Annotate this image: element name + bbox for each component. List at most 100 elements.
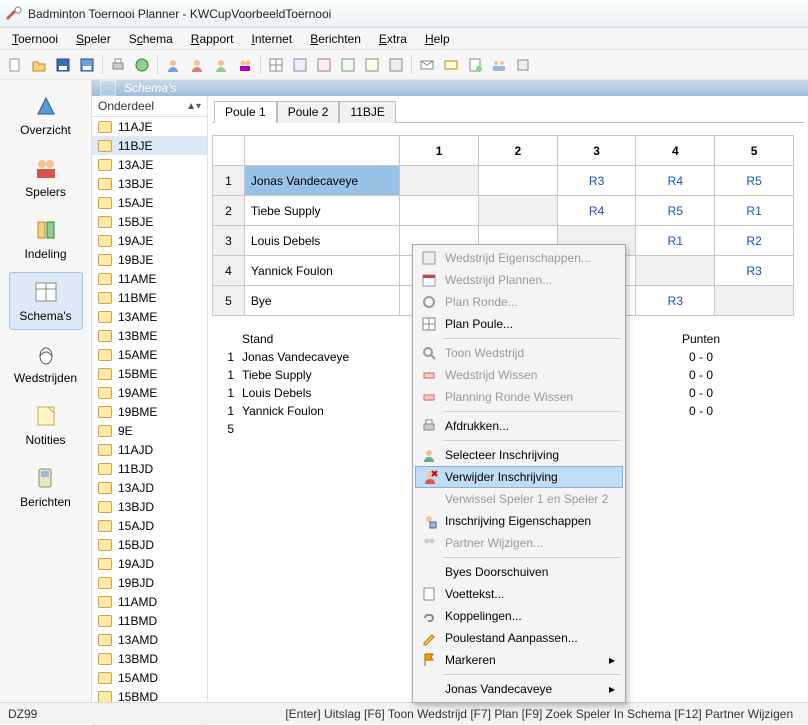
onderdeel-item[interactable]: 19AJD — [92, 554, 207, 573]
context-menu-item[interactable]: Afdrukken... — [415, 415, 623, 437]
onderdeel-item[interactable]: 11AJE — [92, 117, 207, 136]
tb-globe-icon[interactable] — [131, 54, 153, 76]
poule-cell[interactable]: R5 — [715, 166, 794, 196]
context-menu-item[interactable]: Selecteer Inschrijving — [415, 444, 623, 466]
onderdeel-item[interactable]: 13BJE — [92, 174, 207, 193]
poule-cell-empty[interactable] — [479, 196, 558, 226]
onderdeel-item[interactable]: 11BME — [92, 288, 207, 307]
tb-new-icon[interactable] — [4, 54, 26, 76]
tb-grid2-icon[interactable] — [289, 54, 311, 76]
tab-11bje[interactable]: 11BJE — [339, 101, 395, 123]
onderdeel-item[interactable]: 15BME — [92, 364, 207, 383]
poule-player-name[interactable]: Louis Debels — [244, 226, 399, 256]
onderdeel-item[interactable]: 9E — [92, 421, 207, 440]
context-menu-item[interactable]: Inschrijving Eigenschappen — [415, 510, 623, 532]
tb-user3-icon[interactable] — [210, 54, 232, 76]
poule-cell-empty[interactable] — [715, 286, 794, 316]
menu-help[interactable]: Help — [417, 30, 458, 48]
context-menu-item[interactable]: Plan Poule... — [415, 313, 623, 335]
menu-rapport[interactable]: Rapport — [183, 30, 242, 48]
onderdeel-item[interactable]: 19AJE — [92, 231, 207, 250]
tab-poule-1[interactable]: Poule 1 — [214, 101, 277, 123]
tb-grid6-icon[interactable] — [385, 54, 407, 76]
sidebar-overzicht[interactable]: Overzicht — [9, 86, 83, 144]
tb-grid5-icon[interactable] — [361, 54, 383, 76]
poule-cell-empty[interactable] — [400, 196, 479, 226]
tb-user2-icon[interactable] — [186, 54, 208, 76]
tb-grid4-icon[interactable] — [337, 54, 359, 76]
poule-player-name[interactable]: Jonas Vandecaveye — [244, 166, 399, 196]
sidebar-berichten[interactable]: Berichten — [9, 458, 83, 516]
menu-speler[interactable]: Speler — [68, 30, 119, 48]
tb-print-icon[interactable] — [107, 54, 129, 76]
onderdeel-item[interactable]: 15BJE — [92, 212, 207, 231]
sidebar-notities[interactable]: Notities — [9, 396, 83, 454]
onderdeel-item[interactable]: 15AME — [92, 345, 207, 364]
onderdeel-item[interactable]: 19BJD — [92, 573, 207, 592]
poule-cell[interactable]: R5 — [636, 196, 715, 226]
poule-cell[interactable]: R1 — [715, 196, 794, 226]
onderdeel-item[interactable]: 19BJE — [92, 250, 207, 269]
tb-sheet-icon[interactable] — [464, 54, 486, 76]
context-menu-item[interactable]: Poulestand Aanpassen... — [415, 627, 623, 649]
context-menu-item[interactable]: Byes Doorschuiven — [415, 561, 623, 583]
context-menu-item[interactable]: Voettekst... — [415, 583, 623, 605]
onderdeel-item[interactable]: 13AJD — [92, 478, 207, 497]
onderdeel-item[interactable]: 13BME — [92, 326, 207, 345]
poule-cell-empty[interactable] — [479, 166, 558, 196]
onderdeel-item[interactable]: 11BJD — [92, 459, 207, 478]
onderdeel-item[interactable]: 15BJD — [92, 535, 207, 554]
tb-mail-icon[interactable] — [416, 54, 438, 76]
onderdeel-item[interactable]: 11AMD — [92, 592, 207, 611]
tb-last-icon[interactable] — [512, 54, 534, 76]
onderdeel-item[interactable]: 15AJD — [92, 516, 207, 535]
onderdeel-item[interactable]: 13BJD — [92, 497, 207, 516]
menu-toernooi[interactable]: Toernooi — [4, 30, 66, 48]
poule-cell[interactable]: R3 — [557, 166, 636, 196]
context-menu-item[interactable]: Koppelingen... — [415, 605, 623, 627]
poule-cell[interactable]: R2 — [715, 226, 794, 256]
onderdeel-item[interactable]: 11AJD — [92, 440, 207, 459]
poule-cell[interactable]: R3 — [636, 286, 715, 316]
onderdeel-item[interactable]: 15AJE — [92, 193, 207, 212]
poule-cell[interactable]: R4 — [557, 196, 636, 226]
context-menu-item[interactable]: Verwijder Inschrijving — [415, 466, 623, 488]
onderdeel-item[interactable]: 11BMD — [92, 611, 207, 630]
menu-berichten[interactable]: Berichten — [302, 30, 369, 48]
menu-internet[interactable]: Internet — [243, 30, 300, 48]
poule-player-name[interactable]: Bye — [244, 286, 399, 316]
poule-player-name[interactable]: Yannick Foulon — [244, 256, 399, 286]
tb-save-icon[interactable] — [52, 54, 74, 76]
tb-grid1-icon[interactable] — [265, 54, 287, 76]
sidebar-indeling[interactable]: Indeling — [9, 210, 83, 268]
poule-cell[interactable]: R3 — [715, 256, 794, 286]
tb-user1-icon[interactable] — [162, 54, 184, 76]
context-menu-item[interactable]: Jonas Vandecaveye▸ — [415, 678, 623, 700]
poule-cell[interactable]: R4 — [636, 166, 715, 196]
tb-users-icon[interactable] — [234, 54, 256, 76]
onderdeel-item[interactable]: 11AME — [92, 269, 207, 288]
poule-cell-empty[interactable] — [636, 256, 715, 286]
sidebar-wedstrijden[interactable]: Wedstrijden — [9, 334, 83, 392]
context-menu-item[interactable]: Markeren▸ — [415, 649, 623, 671]
poule-cell[interactable]: R1 — [636, 226, 715, 256]
tb-group-icon[interactable] — [488, 54, 510, 76]
sidebar-schemas[interactable]: Schema's — [9, 272, 83, 330]
poule-cell-empty[interactable] — [400, 166, 479, 196]
menu-extra[interactable]: Extra — [371, 30, 415, 48]
onderdeel-item[interactable]: 13AMD — [92, 630, 207, 649]
tb-saveas-icon[interactable] — [76, 54, 98, 76]
tb-grid3-icon[interactable] — [313, 54, 335, 76]
onderdeel-item[interactable]: 13BMD — [92, 649, 207, 668]
sidebar-spelers[interactable]: Spelers — [9, 148, 83, 206]
onderdeel-header[interactable]: Onderdeel ▲▾ — [92, 96, 207, 117]
menu-schema[interactable]: Schema — [121, 30, 181, 48]
onderdeel-item[interactable]: 19AME — [92, 383, 207, 402]
onderdeel-item[interactable]: 11BJE — [92, 136, 207, 155]
tb-open-icon[interactable] — [28, 54, 50, 76]
onderdeel-item[interactable]: 13AME — [92, 307, 207, 326]
tab-poule-2[interactable]: Poule 2 — [277, 101, 340, 123]
onderdeel-item[interactable]: 15AMD — [92, 668, 207, 687]
poule-player-name[interactable]: Tiebe Supply — [244, 196, 399, 226]
onderdeel-item[interactable]: 19BME — [92, 402, 207, 421]
